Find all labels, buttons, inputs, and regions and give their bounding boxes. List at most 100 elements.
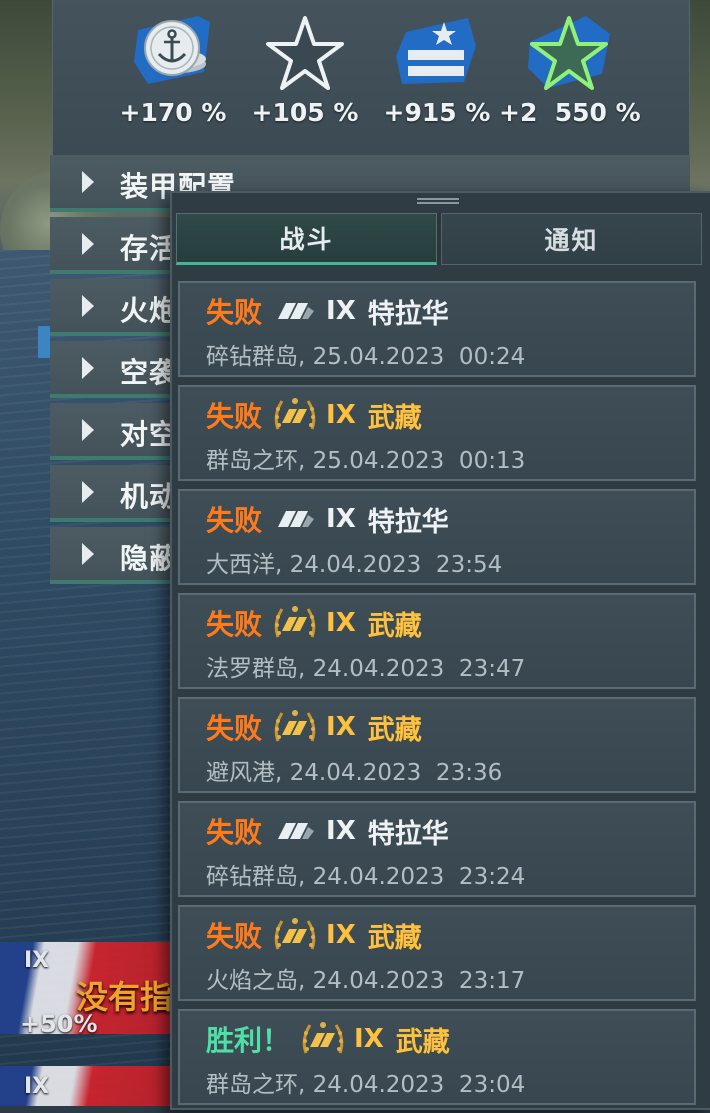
ship-name: 特拉华 bbox=[367, 298, 449, 330]
bonus-credits: +170 % bbox=[103, 12, 243, 127]
battle-summary: 胜利！ IX 武藏 bbox=[206, 1019, 450, 1059]
rank-chevron-icon bbox=[396, 18, 476, 84]
battle-result: 失败 bbox=[206, 608, 263, 641]
battle-summary: 失败 IX 武藏 bbox=[206, 603, 422, 643]
battle-result: 失败 bbox=[206, 400, 263, 433]
battle-map: 火焰之岛, bbox=[206, 968, 306, 994]
premium-ship-class-icon bbox=[272, 395, 318, 435]
battle-result: 失败 bbox=[206, 816, 263, 849]
premium-ship-class-icon bbox=[272, 915, 318, 955]
ship-name: 武藏 bbox=[367, 922, 422, 954]
battle-row[interactable]: 失败 IX 武藏群岛之环, 25.04.2023 00:13 bbox=[178, 385, 696, 481]
economy-bonus-panel: +170 % +105 % +915 % +2 550 % bbox=[52, 0, 690, 155]
bonus-value: +170 % bbox=[119, 98, 227, 127]
notice-text: 没有指 bbox=[76, 978, 173, 1016]
battle-details: 法罗群岛, 24.04.2023 23:47 bbox=[206, 649, 525, 683]
battle-summary: 失败 IX 特拉华 bbox=[206, 811, 449, 851]
bonus-value: +915 % bbox=[383, 98, 491, 127]
ship-tier: IX bbox=[354, 1024, 384, 1054]
ship-tier: IX bbox=[326, 504, 356, 534]
battle-result: 失败 bbox=[206, 920, 263, 953]
battle-datetime: 24.04.2023 23:17 bbox=[312, 968, 526, 994]
anchor-coin-icon bbox=[134, 16, 210, 84]
ship-tier: IX bbox=[326, 400, 356, 430]
ship-name: 武藏 bbox=[367, 714, 422, 746]
ship-marker bbox=[38, 326, 50, 358]
bonus-experience: +105 % bbox=[235, 12, 375, 127]
tier-label: IX bbox=[24, 948, 50, 973]
battle-row[interactable]: 失败 IX 武藏法罗群岛, 24.04.2023 23:47 bbox=[178, 593, 696, 689]
battle-row[interactable]: 失败 IX 特拉华大西洋, 24.04.2023 23:54 bbox=[178, 489, 696, 585]
expand-arrow-icon bbox=[82, 419, 94, 441]
ship-tier: IX bbox=[326, 296, 356, 326]
battle-map: 群岛之环, bbox=[206, 448, 306, 474]
star-outline-icon bbox=[266, 16, 344, 90]
popup-tabs: 战斗 通知 bbox=[176, 213, 702, 265]
battle-row[interactable]: 失败 IX 武藏避风港, 24.04.2023 23:36 bbox=[178, 697, 696, 793]
ship-tier: IX bbox=[326, 608, 356, 638]
battle-map: 避风港, bbox=[206, 760, 283, 786]
bonus-free-xp: +2 550 % bbox=[499, 12, 641, 127]
tier-label: IX bbox=[24, 1074, 50, 1099]
premium-ship-class-icon bbox=[272, 603, 318, 643]
green-star-icon bbox=[528, 16, 610, 90]
premium-ship-class-icon bbox=[272, 707, 318, 747]
battle-list: 失败 IX 特拉华 碎钻群岛, 25.04.2023 00:24 失败 IX 武藏 群岛之环,… bbox=[178, 281, 696, 1113]
battle-details: 群岛之环, 24.04.2023 23:04 bbox=[206, 1065, 525, 1099]
battle-map: 法罗群岛, bbox=[206, 656, 306, 682]
battle-details: 避风港, 24.04.2023 23:36 bbox=[206, 753, 502, 787]
premium-ship-class-icon bbox=[300, 1019, 346, 1059]
expand-arrow-icon bbox=[82, 233, 94, 255]
tab-notifications[interactable]: 通知 bbox=[441, 213, 702, 265]
ship-name: 特拉华 bbox=[367, 818, 449, 850]
battle-summary: 失败 IX 武藏 bbox=[206, 707, 422, 747]
battle-datetime: 24.04.2023 23:47 bbox=[312, 656, 526, 682]
battle-map: 大西洋, bbox=[206, 552, 283, 578]
ship-name: 特拉华 bbox=[367, 506, 449, 538]
ship-class-icon bbox=[272, 811, 318, 851]
expand-arrow-icon bbox=[82, 357, 94, 379]
expand-arrow-icon bbox=[82, 295, 94, 317]
battle-datetime: 24.04.2023 23:54 bbox=[289, 552, 503, 578]
ship-class-icon bbox=[272, 291, 318, 331]
battle-result: 失败 bbox=[206, 296, 263, 329]
battle-row[interactable]: 失败 IX 特拉华碎钻群岛, 25.04.2023 00:24 bbox=[178, 281, 696, 377]
battle-summary: 失败 IX 武藏 bbox=[206, 915, 422, 955]
battle-datetime: 24.04.2023 23:36 bbox=[289, 760, 503, 786]
expand-arrow-icon bbox=[82, 481, 94, 503]
battle-details: 碎钻群岛, 24.04.2023 23:24 bbox=[206, 857, 525, 891]
ship-name: 武藏 bbox=[395, 1026, 450, 1058]
ship-name: 武藏 bbox=[367, 610, 422, 642]
battle-summary: 失败 IX 特拉华 bbox=[206, 291, 449, 331]
bonus-value: +2 550 % bbox=[499, 98, 641, 127]
battle-map: 碎钻群岛, bbox=[206, 864, 306, 890]
ship-tier: IX bbox=[326, 920, 356, 950]
expand-arrow-icon bbox=[82, 543, 94, 565]
ship-class-icon bbox=[272, 499, 318, 539]
battle-map: 群岛之环, bbox=[206, 1072, 306, 1098]
battle-row[interactable]: 失败 IX 武藏火焰之岛, 24.04.2023 23:17 bbox=[178, 905, 696, 1001]
battle-datetime: 24.04.2023 23:04 bbox=[312, 1072, 526, 1098]
ship-tier: IX bbox=[326, 816, 356, 846]
tab-battles[interactable]: 战斗 bbox=[176, 213, 437, 265]
battle-results-popup: 战斗 通知 失败 IX 特拉华 碎钻群岛, 25.04.2023 00:24 失败 IX 武… bbox=[170, 191, 710, 1110]
battle-datetime: 25.04.2023 00:13 bbox=[312, 448, 526, 474]
battle-details: 火焰之岛, 24.04.2023 23:17 bbox=[206, 961, 525, 995]
ship-name: 武藏 bbox=[367, 402, 422, 434]
battle-details: 大西洋, 24.04.2023 23:54 bbox=[206, 545, 502, 579]
ship-tier: IX bbox=[326, 712, 356, 742]
battle-result: 失败 bbox=[206, 712, 263, 745]
battle-details: 群岛之环, 25.04.2023 00:13 bbox=[206, 441, 525, 475]
battle-datetime: 24.04.2023 23:24 bbox=[312, 864, 526, 890]
bonus-value: +105 % bbox=[251, 98, 359, 127]
battle-result: 失败 bbox=[206, 504, 263, 537]
battle-result: 胜利！ bbox=[206, 1024, 291, 1057]
battle-row[interactable]: 失败 IX 特拉华碎钻群岛, 24.04.2023 23:24 bbox=[178, 801, 696, 897]
bonus-commander-xp: +915 % bbox=[367, 12, 507, 127]
battle-map: 碎钻群岛, bbox=[206, 344, 306, 370]
battle-summary: 失败 IX 武藏 bbox=[206, 395, 422, 435]
drag-handle[interactable] bbox=[417, 198, 459, 204]
battle-row[interactable]: 胜利！ IX 武藏群岛之环, 24.04.2023 23:04 bbox=[178, 1009, 696, 1105]
battle-details: 碎钻群岛, 25.04.2023 00:24 bbox=[206, 337, 525, 371]
expand-arrow-icon bbox=[82, 171, 94, 193]
